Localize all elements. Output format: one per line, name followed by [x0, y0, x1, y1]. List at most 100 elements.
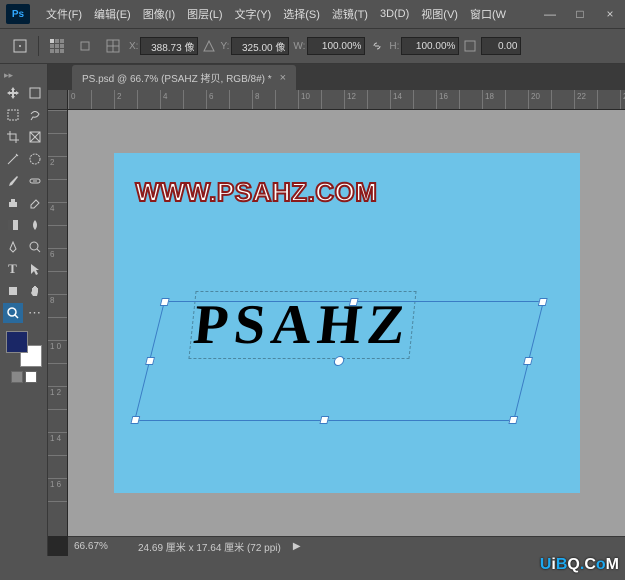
ruler-tick: 2 — [114, 90, 137, 109]
zoom-level-input[interactable] — [74, 541, 126, 552]
ruler-tick: 4 — [160, 90, 183, 109]
link-icon[interactable] — [369, 34, 385, 58]
transform-tool-icon[interactable] — [8, 34, 32, 58]
eyedropper-tool[interactable] — [3, 149, 23, 169]
menu-filter[interactable]: 滤镜(T) — [326, 4, 374, 24]
transform-center-point[interactable] — [332, 356, 344, 366]
minimize-button[interactable]: — — [535, 0, 565, 28]
transform-handle-bl[interactable] — [130, 416, 140, 424]
zoom-tool[interactable] — [3, 303, 23, 323]
ruler-origin[interactable] — [48, 90, 68, 110]
transform-handle-ml[interactable] — [145, 357, 155, 365]
type-tool[interactable]: T — [3, 259, 23, 279]
ruler-tick — [137, 90, 160, 109]
delta-icon[interactable] — [202, 34, 216, 58]
ruler-tick: 6 — [206, 90, 229, 109]
gradient-tool[interactable] — [3, 215, 23, 235]
menu-edit[interactable]: 编辑(E) — [88, 4, 137, 24]
marquee-ellipse-tool[interactable] — [25, 149, 45, 169]
path-select-tool[interactable] — [25, 259, 45, 279]
menu-image[interactable]: 图像(I) — [137, 4, 181, 24]
color-swatches[interactable] — [6, 331, 42, 367]
ruler-tick — [48, 363, 67, 386]
relative-position-icon[interactable] — [73, 34, 97, 58]
vertical-ruler[interactable]: 24681 01 21 41 6 — [48, 110, 68, 536]
reference-point-icon[interactable] — [45, 34, 69, 58]
artboard[interactable]: WWW.PSAHZ.COM PSAHZ — [114, 153, 580, 493]
transform-handle-tr[interactable] — [537, 298, 547, 306]
w-input[interactable] — [307, 37, 365, 55]
quick-mask-controls — [11, 371, 37, 383]
h-input[interactable] — [401, 37, 459, 55]
canvas-stage[interactable]: WWW.PSAHZ.COM PSAHZ — [68, 110, 625, 536]
ruler-tick — [48, 179, 67, 202]
foreground-color[interactable] — [6, 331, 28, 353]
brush-tool[interactable] — [3, 171, 23, 191]
tools-panel: ▸▸ T ⋯ — [0, 64, 48, 556]
quick-mask-off[interactable] — [11, 371, 23, 383]
ruler-tick — [413, 90, 436, 109]
menubar: 文件(F) 编辑(E) 图像(I) 图层(L) 文字(Y) 选择(S) 滤镜(T… — [36, 4, 512, 24]
ruler-tick: 1 0 — [48, 340, 67, 363]
ruler-tick: 2 — [48, 156, 67, 179]
document-tab[interactable]: PS.psd @ 66.7% (PSAHZ 拷贝, RGB/8#) * × — [72, 65, 296, 90]
transform-handle-mr[interactable] — [523, 357, 533, 365]
transform-handle-bm[interactable] — [319, 416, 329, 424]
angle-input[interactable] — [481, 37, 521, 55]
ruler-tick: 14 — [390, 90, 413, 109]
ruler-tick: 16 — [436, 90, 459, 109]
y-input[interactable] — [231, 37, 289, 55]
status-arrow-icon[interactable]: ▶ — [293, 541, 301, 552]
ruler-tick — [48, 409, 67, 432]
move-tool[interactable] — [3, 83, 23, 103]
healing-tool[interactable] — [25, 171, 45, 191]
crop-tool[interactable] — [3, 127, 23, 147]
ruler-tick — [275, 90, 298, 109]
ruler-tick: 1 6 — [48, 478, 67, 501]
horizontal-ruler[interactable]: 024681012141618202224 — [68, 90, 625, 110]
blur-tool[interactable] — [25, 215, 45, 235]
maximize-button[interactable]: □ — [565, 0, 595, 28]
tab-close-icon[interactable]: × — [280, 72, 286, 84]
options-bar: X: Y: W: H: — [0, 28, 625, 64]
dodge-tool[interactable] — [25, 237, 45, 257]
menu-select[interactable]: 选择(S) — [277, 4, 326, 24]
pen-tool[interactable] — [3, 237, 23, 257]
x-input[interactable] — [140, 37, 198, 55]
window-controls: — □ × — [535, 0, 625, 28]
lasso-tool[interactable] — [25, 105, 45, 125]
close-button[interactable]: × — [595, 0, 625, 28]
transform-handle-tl[interactable] — [159, 298, 169, 306]
marquee-tool[interactable] — [3, 105, 23, 125]
shape-tool[interactable] — [3, 281, 23, 301]
x-label: X: — [129, 41, 138, 52]
main-layer-text[interactable]: PSAHZ — [190, 293, 413, 357]
frame-tool[interactable] — [25, 127, 45, 147]
width-field: W: — [293, 37, 365, 55]
toolbar-collapse-icon[interactable]: ▸▸ — [0, 68, 47, 83]
ruler-tick — [91, 90, 114, 109]
quick-mask-on[interactable] — [25, 371, 37, 383]
site-watermark: UiBQ.CoM — [540, 556, 619, 574]
menu-layer[interactable]: 图层(L) — [181, 4, 228, 24]
transform-handle-br[interactable] — [508, 416, 518, 424]
menu-file[interactable]: 文件(F) — [40, 4, 88, 24]
watermark-url-text: WWW.PSAHZ.COM — [136, 177, 378, 208]
menu-3d[interactable]: 3D(D) — [374, 6, 415, 22]
ruler-tick: 12 — [344, 90, 367, 109]
clone-tool[interactable] — [3, 193, 23, 213]
y-label: Y: — [220, 41, 229, 52]
grid-overlay-icon[interactable] — [101, 34, 125, 58]
menu-view[interactable]: 视图(V) — [415, 4, 464, 24]
ruler-tick — [48, 317, 67, 340]
menu-type[interactable]: 文字(Y) — [229, 4, 278, 24]
ruler-tick: 24 — [620, 90, 625, 109]
eraser-tool[interactable] — [25, 193, 45, 213]
hand-tool[interactable] — [25, 281, 45, 301]
tab-title: PS.psd @ 66.7% (PSAHZ 拷贝, RGB/8#) * — [82, 70, 272, 85]
app-logo: Ps — [6, 4, 30, 24]
artboard-tool[interactable] — [25, 83, 45, 103]
menu-window[interactable]: 窗口(W — [464, 4, 512, 24]
edit-toolbar[interactable]: ⋯ — [25, 303, 45, 323]
ruler-tick — [551, 90, 574, 109]
